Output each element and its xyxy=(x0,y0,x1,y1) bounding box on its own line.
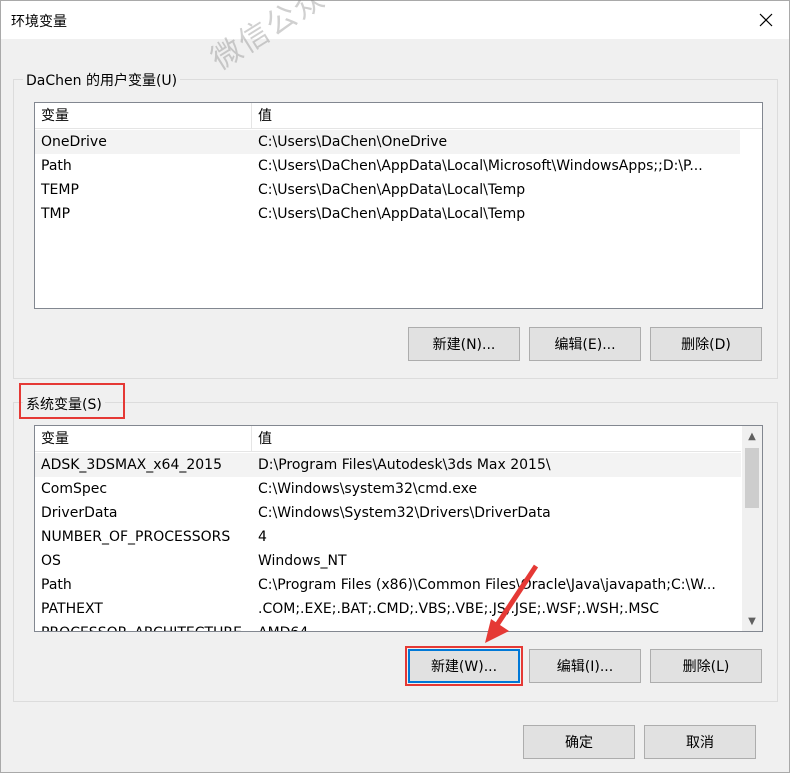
table-row[interactable]: OneDrive C:\Users\DaChen\OneDrive xyxy=(35,130,740,154)
var-value: C:\Windows\System32\Drivers\DriverData xyxy=(258,505,551,521)
var-name: Path xyxy=(41,158,72,174)
annotation-arrow-icon xyxy=(485,564,539,643)
var-name: ComSpec xyxy=(41,481,108,497)
scrollbar-thumb[interactable] xyxy=(745,448,759,508)
var-name: NUMBER_OF_PROCESSORS xyxy=(41,529,231,545)
table-row[interactable]: ComSpec C:\Windows\system32\cmd.exe xyxy=(35,477,741,501)
table-row[interactable]: DriverData C:\Windows\System32\Drivers\D… xyxy=(35,501,741,525)
table-row[interactable]: TEMP C:\Users\DaChen\AppData\Local\Temp xyxy=(35,178,740,202)
var-name: ADSK_3DSMAX_x64_2015 xyxy=(41,457,222,473)
column-header-value[interactable]: 值 xyxy=(252,103,762,129)
var-name: OneDrive xyxy=(41,134,107,150)
var-value: D:\Program Files\Autodesk\3ds Max 2015\ xyxy=(258,457,551,473)
cancel-button[interactable]: 取消 xyxy=(644,725,756,759)
var-name: DriverData xyxy=(41,505,118,521)
table-row[interactable]: PROCESSOR_ARCHITECTURE AMD64 xyxy=(35,621,741,631)
system-delete-button[interactable]: 删除(L) xyxy=(650,649,762,683)
column-header-value[interactable]: 值 xyxy=(252,426,741,452)
var-value: C:\Users\DaChen\OneDrive xyxy=(258,134,448,150)
table-row[interactable]: Path C:\Program Files (x86)\Common Files… xyxy=(35,573,741,597)
var-name: TMP xyxy=(41,206,71,222)
var-name: PROCESSOR_ARCHITECTURE xyxy=(35,621,252,631)
var-value: 4 xyxy=(258,529,267,545)
close-icon xyxy=(759,13,773,27)
scroll-down-icon[interactable]: ▼ xyxy=(742,611,762,631)
table-row[interactable]: TMP C:\Users\DaChen\AppData\Local\Temp xyxy=(35,202,740,226)
system-vars-label-highlight xyxy=(19,383,125,419)
system-vars-list[interactable]: 变量 值 ADSK_3DSMAX_x64_2015 D:\Program Fil… xyxy=(34,425,763,632)
titlebar: 环境变量 xyxy=(1,1,789,39)
system-edit-button[interactable]: 编辑(I)... xyxy=(529,649,641,683)
user-new-button[interactable]: 新建(N)... xyxy=(408,327,520,361)
user-vars-header: 变量 值 xyxy=(35,103,762,129)
vertical-scrollbar[interactable]: ▲ ▼ xyxy=(742,426,762,631)
var-value: C:\Windows\system32\cmd.exe xyxy=(258,481,478,497)
table-row[interactable]: OS Windows_NT xyxy=(35,549,741,573)
var-name: OS xyxy=(41,553,61,569)
var-value: C:\Users\DaChen\AppData\Local\Temp xyxy=(258,182,526,198)
var-value: C:\Users\DaChen\AppData\Local\Temp xyxy=(258,206,526,222)
user-delete-button[interactable]: 删除(D) xyxy=(650,327,762,361)
column-header-variable[interactable]: 变量 xyxy=(35,426,252,452)
table-row[interactable]: NUMBER_OF_PROCESSORS 4 xyxy=(35,525,741,549)
user-edit-button[interactable]: 编辑(E)... xyxy=(529,327,641,361)
ok-button[interactable]: 确定 xyxy=(523,725,635,759)
user-vars-label: DaChen 的用户变量(U) xyxy=(23,70,181,90)
scroll-up-icon[interactable]: ▲ xyxy=(742,426,762,446)
var-name: PATHEXT xyxy=(41,601,103,617)
close-button[interactable] xyxy=(743,1,789,39)
table-row[interactable]: Path C:\Users\DaChen\AppData\Local\Micro… xyxy=(35,154,740,178)
table-row[interactable]: ADSK_3DSMAX_x64_2015 D:\Program Files\Au… xyxy=(35,453,741,477)
window-title: 环境变量 xyxy=(11,14,67,30)
column-header-variable[interactable]: 变量 xyxy=(35,103,252,129)
env-vars-dialog: 环境变量 DaChen 的用户变量(U) 变量 值 OneDrive C:\Us… xyxy=(0,0,790,773)
var-value: C:\Users\DaChen\AppData\Local\Microsoft\… xyxy=(258,158,703,174)
system-vars-header: 变量 值 xyxy=(35,426,741,452)
var-name: TEMP xyxy=(41,182,79,198)
user-vars-list[interactable]: 变量 值 OneDrive C:\Users\DaChen\OneDrive P… xyxy=(34,102,763,309)
table-row[interactable]: PATHEXT .COM;.EXE;.BAT;.CMD;.VBS;.VBE;.J… xyxy=(35,597,741,621)
var-name: Path xyxy=(41,577,72,593)
system-new-button-highlight xyxy=(405,646,523,686)
